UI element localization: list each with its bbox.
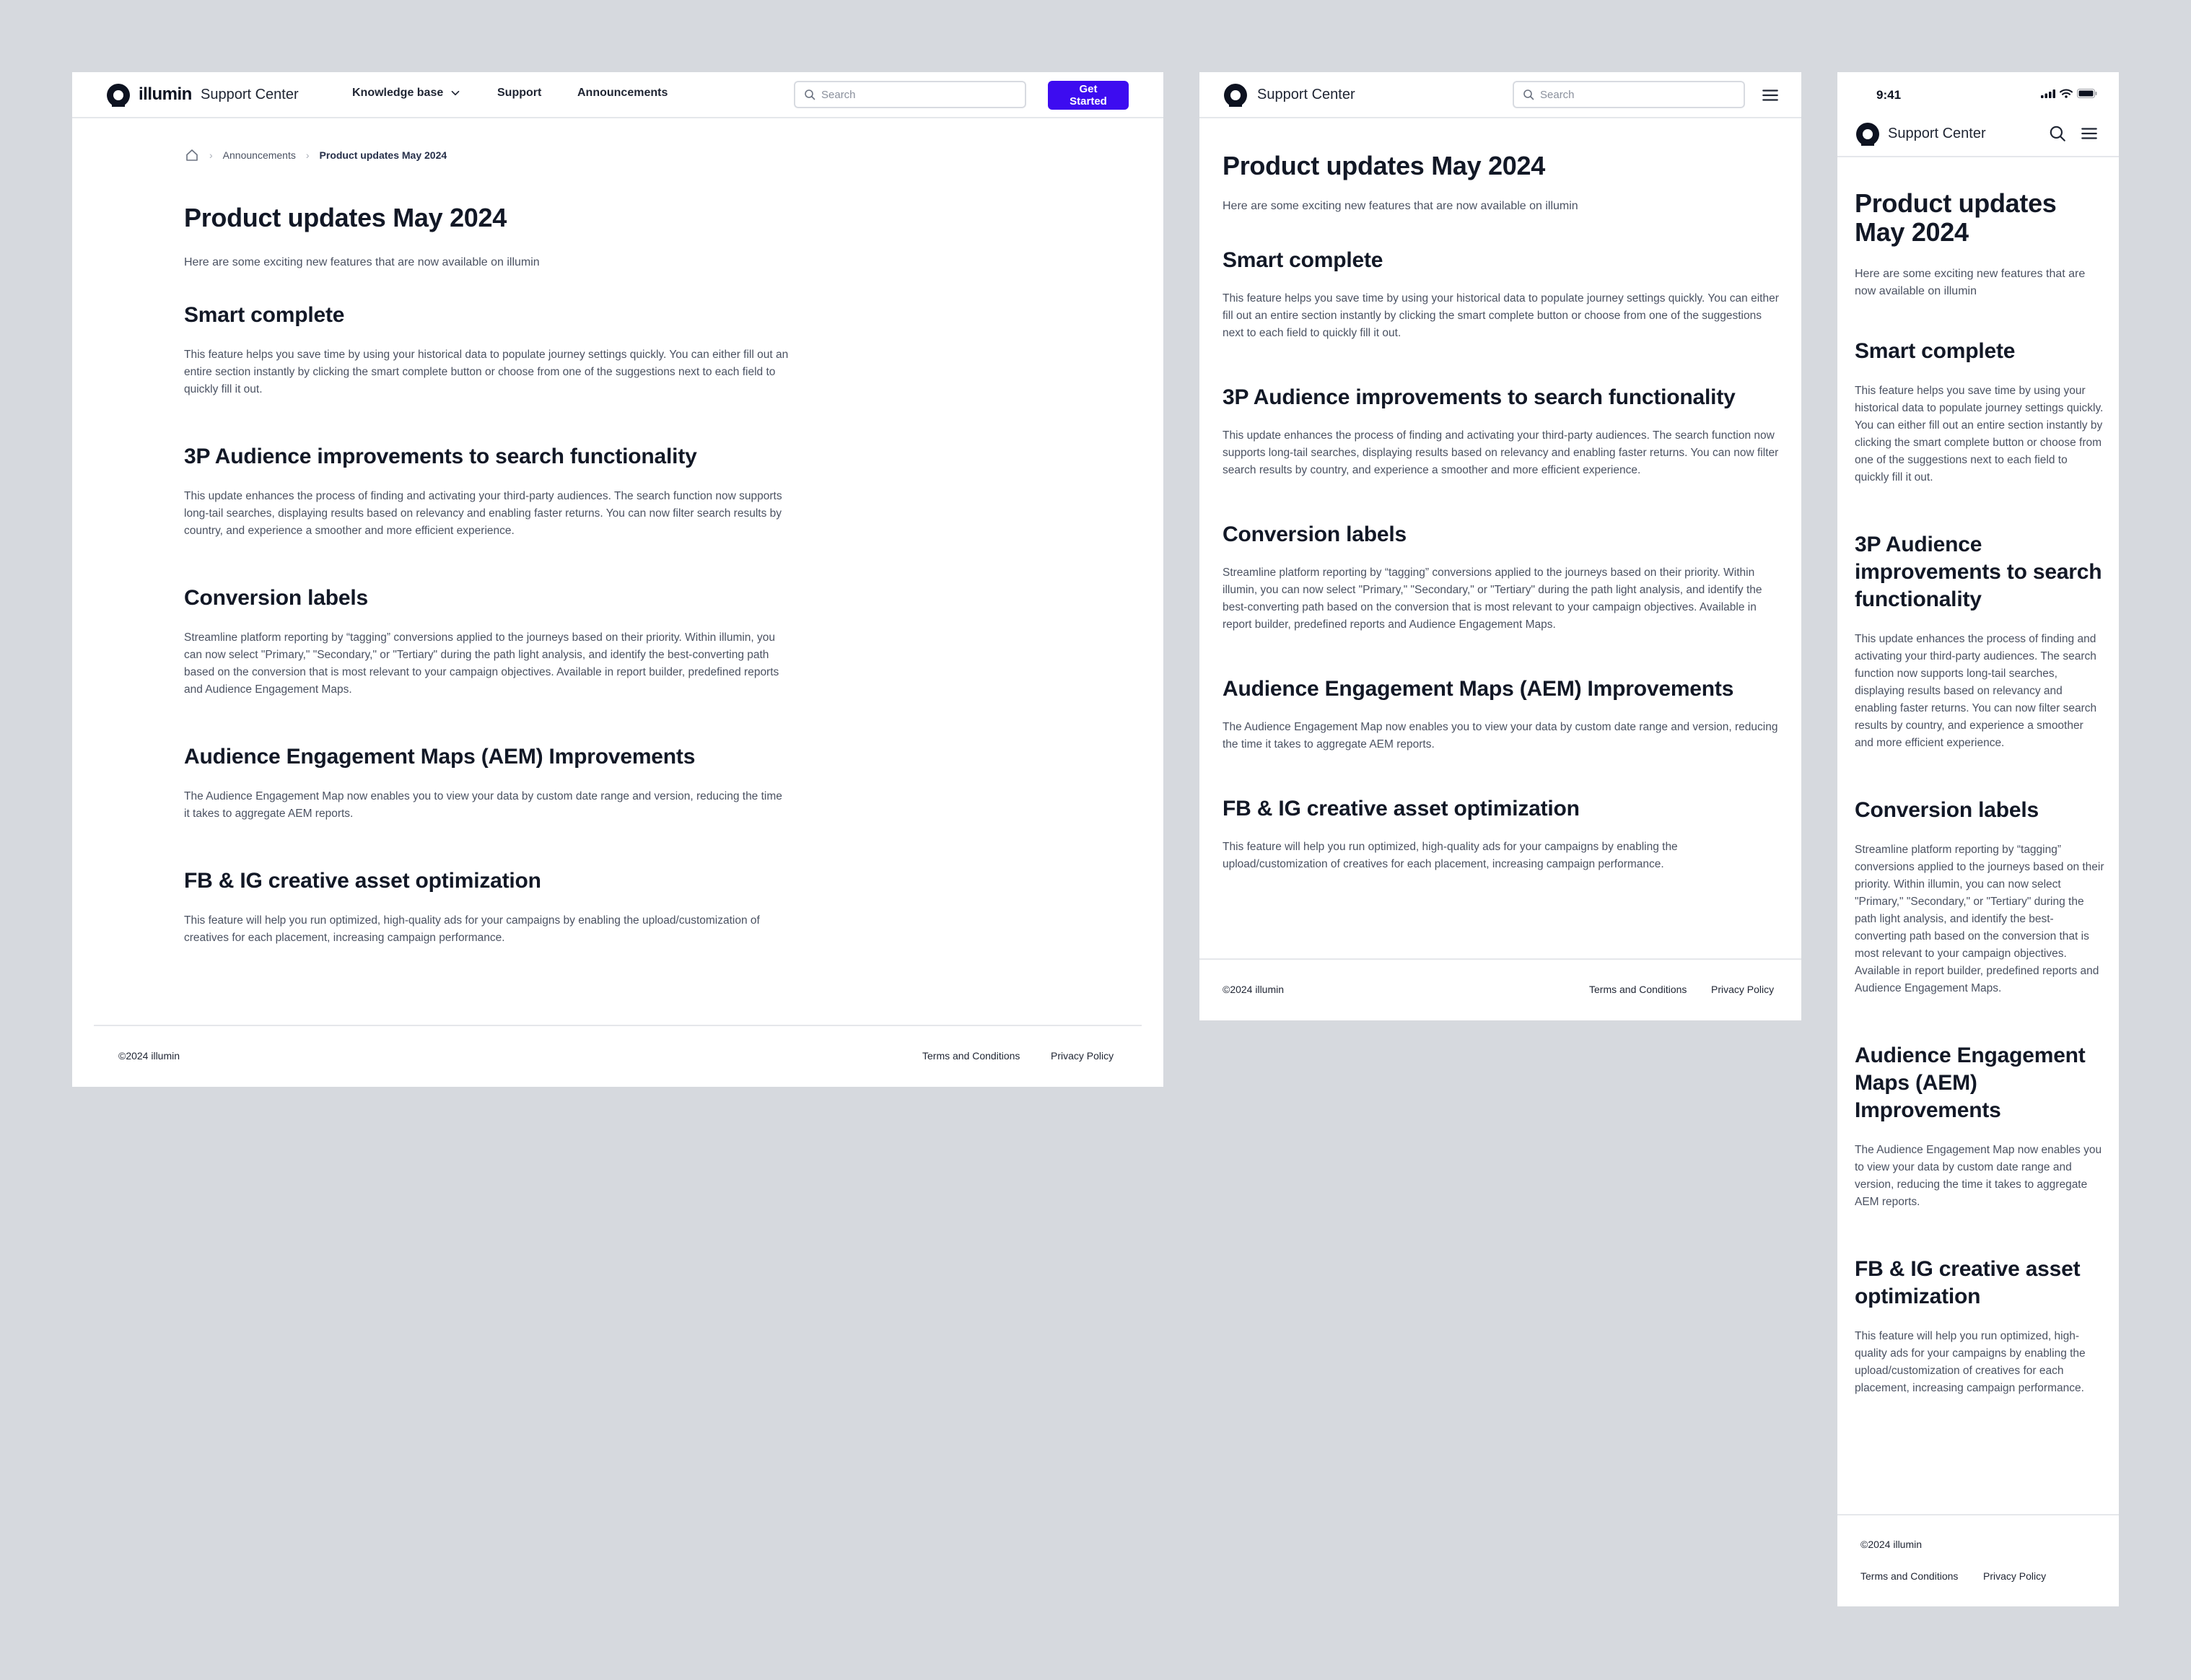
desktop-frame: illumin Support Center Knowledge base Su… bbox=[72, 72, 1163, 1087]
section-body: The Audience Engagement Map now enables … bbox=[1855, 1144, 2102, 1208]
nav-support[interactable]: Support bbox=[497, 87, 541, 100]
menu-icon[interactable] bbox=[1759, 84, 1781, 106]
site-name[interactable]: Support Center bbox=[1257, 87, 1355, 103]
section-heading: 3P Audience improvements to search funct… bbox=[1223, 385, 1736, 409]
section-heading: Smart complete bbox=[1855, 339, 2016, 363]
section-body: This feature will help you run optimized… bbox=[1855, 1330, 2086, 1394]
section-body: Streamline platform reporting by “taggin… bbox=[1855, 844, 2104, 994]
article: Product updates May 2024 Here are some e… bbox=[184, 202, 790, 992]
search-input[interactable] bbox=[821, 88, 1025, 101]
footer-terms-link[interactable]: Terms and Conditions bbox=[1589, 984, 1687, 995]
cellular-signal-icon bbox=[2041, 89, 2055, 98]
tablet-frame: Support Center Product updates May 2024 … bbox=[1199, 72, 1801, 1020]
nav-knowledge-base[interactable]: Knowledge base bbox=[352, 87, 462, 100]
section-heading: Conversion labels bbox=[1855, 798, 2039, 822]
battery-icon bbox=[2077, 89, 2097, 98]
breadcrumb: › Announcements › Product updates May 20… bbox=[185, 148, 447, 162]
nav-announcements[interactable]: Announcements bbox=[577, 87, 668, 100]
search-box[interactable] bbox=[1513, 81, 1745, 108]
footer-terms-link[interactable]: Terms and Conditions bbox=[922, 1050, 1020, 1062]
article-intro: Here are some exciting new features that… bbox=[1223, 200, 1578, 212]
section-heading: Conversion labels bbox=[184, 586, 369, 610]
breadcrumb-current: Product updates May 2024 bbox=[319, 149, 447, 161]
footer-copyright: ©2024 illumin bbox=[118, 1050, 180, 1062]
footer-copyright: ©2024 illumin bbox=[1860, 1539, 1923, 1550]
section-body: This feature helps you save time by usin… bbox=[1223, 292, 1779, 339]
section-body: This feature will help you run optimized… bbox=[1223, 841, 1678, 870]
search-input[interactable] bbox=[1540, 88, 1744, 101]
section-heading: Audience Engagement Maps (AEM) Improveme… bbox=[1223, 677, 1734, 701]
section-heading: Smart complete bbox=[1223, 248, 1383, 272]
get-started-button[interactable]: Get Started bbox=[1048, 81, 1129, 110]
article: Product updates May 2024 Here are some e… bbox=[1855, 189, 2104, 1442]
section-body: This feature helps you save time by usin… bbox=[184, 349, 789, 395]
logo-wordmark[interactable]: illumin bbox=[139, 84, 192, 105]
article-intro: Here are some exciting new features that… bbox=[184, 256, 540, 268]
search-icon bbox=[805, 89, 815, 100]
header: illumin Support Center Knowledge base Su… bbox=[72, 72, 1163, 118]
footer-privacy-link[interactable]: Privacy Policy bbox=[1051, 1050, 1114, 1062]
header-divider bbox=[1837, 156, 2119, 157]
section-body: This feature will help you run optimized… bbox=[184, 914, 760, 944]
home-icon[interactable] bbox=[185, 148, 199, 162]
section-heading: FB & IG creative asset optimization bbox=[1223, 797, 1580, 821]
menu-icon[interactable] bbox=[2078, 123, 2100, 144]
breadcrumb-separator: › bbox=[209, 149, 213, 161]
article-intro: Here are some exciting new features that… bbox=[1855, 268, 2086, 297]
article: Product updates May 2024 Here are some e… bbox=[1223, 150, 1785, 915]
section-heading: Audience Engagement Maps (AEM) Improveme… bbox=[184, 745, 696, 769]
section-body: Streamline platform reporting by “taggin… bbox=[184, 631, 779, 696]
section-heading: Audience Engagement Maps (AEM) Improveme… bbox=[1855, 1044, 2086, 1122]
site-name[interactable]: Support Center bbox=[201, 87, 299, 103]
footer-privacy-link[interactable]: Privacy Policy bbox=[1983, 1570, 2046, 1582]
chevron-down-icon bbox=[451, 90, 460, 96]
mobile-frame: 9:41 Support Center Product updates May … bbox=[1837, 72, 2119, 1606]
site-name[interactable]: Support Center bbox=[1888, 126, 1986, 142]
footer-divider bbox=[1837, 1514, 2119, 1515]
section-heading: FB & IG creative asset optimization bbox=[184, 869, 541, 893]
section-heading: 3P Audience improvements to search funct… bbox=[184, 445, 697, 468]
section-heading: Conversion labels bbox=[1223, 522, 1407, 546]
wifi-icon bbox=[2060, 89, 2073, 98]
footer-privacy-link[interactable]: Privacy Policy bbox=[1711, 984, 1774, 995]
section-heading: Smart complete bbox=[184, 303, 345, 327]
page-title: Product updates May 2024 bbox=[184, 203, 507, 232]
search-box[interactable] bbox=[794, 81, 1026, 108]
header: Support Center bbox=[1199, 72, 1801, 118]
status-time: 9:41 bbox=[1876, 88, 1902, 102]
search-icon[interactable] bbox=[2047, 123, 2068, 144]
footer-divider bbox=[94, 1025, 1142, 1026]
section-body: This update enhances the process of find… bbox=[184, 490, 782, 537]
page-title: Product updates May 2024 bbox=[1223, 151, 1545, 180]
breadcrumb-separator: › bbox=[305, 149, 310, 161]
breadcrumb-parent[interactable]: Announcements bbox=[223, 149, 296, 161]
page-title: Product updates May 2024 bbox=[1855, 188, 2057, 247]
section-body: This update enhances the process of find… bbox=[1855, 633, 2097, 749]
status-icons bbox=[2041, 89, 2097, 98]
section-body: This feature helps you save time by usin… bbox=[1855, 385, 2104, 484]
section-body: The Audience Engagement Map now enables … bbox=[1223, 721, 1778, 751]
footer-terms-link[interactable]: Terms and Conditions bbox=[1860, 1570, 1958, 1582]
illumin-logo-icon[interactable] bbox=[1855, 121, 1881, 147]
footer-copyright: ©2024 illumin bbox=[1223, 984, 1285, 995]
section-body: This update enhances the process of find… bbox=[1223, 429, 1779, 476]
illumin-logo-icon[interactable] bbox=[105, 82, 131, 108]
section-heading: 3P Audience improvements to search funct… bbox=[1855, 533, 2102, 611]
section-body: The Audience Engagement Map now enables … bbox=[184, 790, 782, 820]
section-body: Streamline platform reporting by “taggin… bbox=[1223, 566, 1762, 631]
footer-divider bbox=[1199, 958, 1801, 960]
section-heading: FB & IG creative asset optimization bbox=[1855, 1257, 2081, 1308]
illumin-logo-icon[interactable] bbox=[1223, 82, 1248, 108]
nav-knowledge-base-label: Knowledge base bbox=[352, 87, 444, 99]
search-icon bbox=[1523, 89, 1534, 100]
